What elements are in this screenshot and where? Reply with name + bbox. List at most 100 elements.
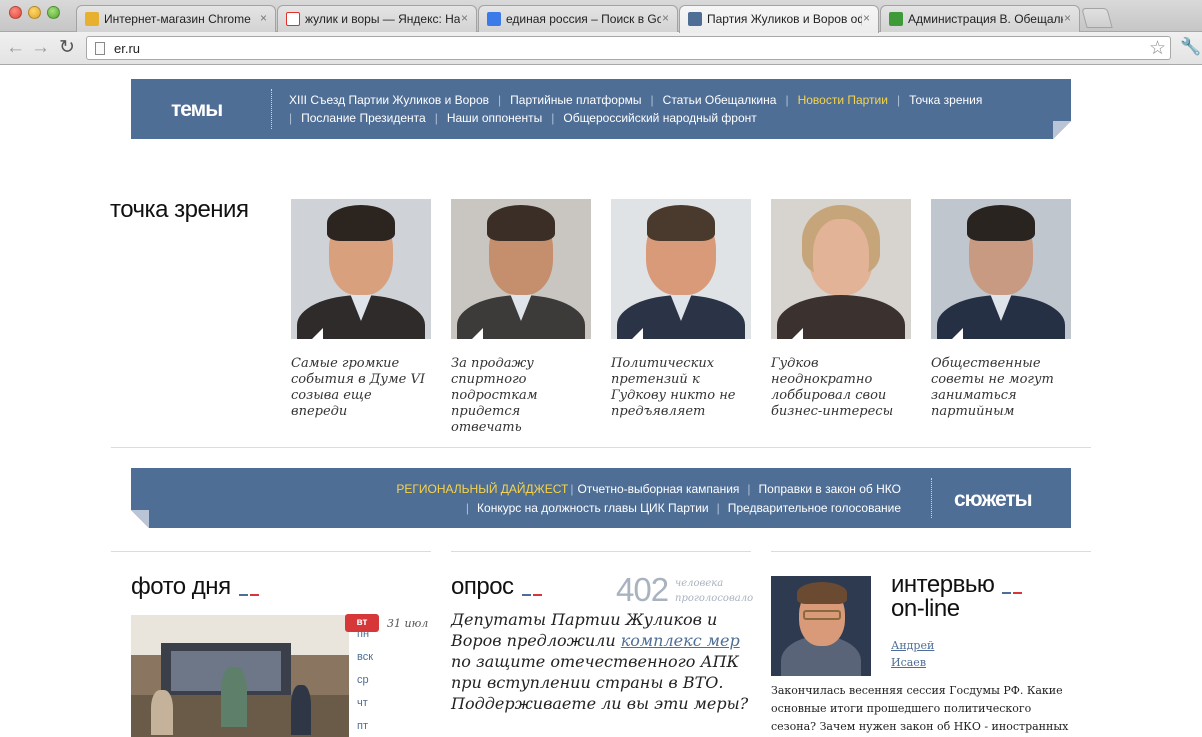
- poll-question: Депутаты Партии Жуликов и Воров предложи…: [451, 609, 751, 714]
- chrome-store-favicon-icon: [85, 12, 99, 26]
- separator: |: [570, 482, 574, 496]
- divider: [111, 447, 1091, 448]
- poll-title: опрос: [451, 573, 514, 600]
- tab-title: Администрация В. Обещалк: [908, 12, 1063, 26]
- topic-link-highlighted[interactable]: Новости Партии: [798, 93, 888, 107]
- story-link[interactable]: Отчетно-выборная кампания: [577, 482, 739, 496]
- interview-heading: интервью on-line: [891, 573, 1024, 622]
- separator: |: [289, 111, 293, 125]
- minimize-window-button[interactable]: [28, 6, 41, 19]
- separator: |: [465, 501, 470, 515]
- url-text[interactable]: er.ru: [114, 41, 140, 56]
- pov-card[interactable]: За продажу спиртного подросткам придется…: [451, 199, 591, 436]
- topics-bar: темы XIII Съезд Партии Жуликов и Воров | П…: [131, 79, 1071, 139]
- story-link[interactable]: Поправки в закон об НКО: [759, 482, 901, 496]
- close-tab-icon[interactable]: ×: [1064, 11, 1071, 25]
- pov-card[interactable]: Гудков неоднократно лоббировал свои бизн…: [771, 199, 911, 420]
- tab-title: Интернет-магазин Chrome: [104, 12, 251, 26]
- interview-photo[interactable]: [771, 576, 871, 676]
- separator: |: [747, 482, 751, 496]
- photo-day-title: фото дня: [131, 573, 231, 600]
- portrait-photo[interactable]: [291, 199, 431, 339]
- pov-caption[interactable]: За продажу спиртного подросткам придется…: [451, 356, 591, 436]
- close-tab-icon[interactable]: ×: [461, 11, 468, 25]
- story-link[interactable]: Конкурс на должность главы ЦИК Партии: [477, 501, 709, 515]
- flag-icon: [521, 577, 544, 601]
- close-window-button[interactable]: [9, 6, 22, 19]
- back-arrow-icon[interactable]: ←: [6, 38, 25, 58]
- topic-link[interactable]: Точка зрения: [909, 93, 982, 107]
- photo-day-heading: фото дня: [131, 575, 261, 601]
- interviewee-name: Андрей Исаев: [891, 637, 934, 671]
- photo-of-the-day[interactable]: [131, 615, 349, 737]
- browser-tab-active[interactable]: Партия Жуликов и Воров оф ×: [679, 5, 879, 33]
- topics-links: XIII Съезд Партии Жуликов и Воров | Партий…: [289, 91, 1049, 127]
- google-favicon-icon: [487, 12, 501, 26]
- topic-link[interactable]: Партийные платформы: [510, 93, 641, 107]
- portrait-photo[interactable]: [931, 199, 1071, 339]
- zoom-window-button[interactable]: [47, 6, 60, 19]
- poll-vote-label-line: человека: [675, 578, 724, 589]
- day-tab[interactable]: пт: [357, 715, 373, 737]
- topic-link[interactable]: Наши оппоненты: [447, 111, 542, 125]
- portrait-photo[interactable]: [771, 199, 911, 339]
- flag-icon: [238, 577, 261, 601]
- forward-arrow-icon[interactable]: →: [31, 38, 50, 58]
- poll-vote-label-line: проголосовало: [675, 593, 754, 604]
- divider: [771, 551, 1091, 552]
- browser-tab[interactable]: единая россия – Поиск в Go ×: [478, 5, 678, 32]
- pov-caption[interactable]: Политических претензий к Гудкову никто н…: [611, 356, 751, 420]
- separator: |: [551, 111, 555, 125]
- poll-heading: опрос: [451, 575, 544, 601]
- pov-card[interactable]: Общественные советы не могут заниматься …: [931, 199, 1071, 420]
- day-tab[interactable]: чт: [357, 692, 373, 715]
- pov-card[interactable]: Самые громкие события в Думе VI созыва е…: [291, 199, 431, 420]
- topic-link[interactable]: XIII Съезд Партии Жуликов и Воров: [289, 93, 489, 107]
- pov-caption[interactable]: Общественные советы не могут заниматься …: [931, 356, 1071, 420]
- pov-card[interactable]: Политических претензий к Гудкову никто н…: [611, 199, 751, 420]
- new-tab-button[interactable]: [1081, 8, 1113, 28]
- portrait-photo[interactable]: [451, 199, 591, 339]
- browser-tab[interactable]: Интернет-магазин Chrome ×: [76, 5, 276, 32]
- pov-caption[interactable]: Самые громкие события в Думе VI созыва е…: [291, 356, 431, 420]
- tab-title: жулик и воры — Яндекс: На: [305, 12, 460, 26]
- close-tab-icon[interactable]: ×: [662, 11, 669, 25]
- close-tab-icon[interactable]: ×: [863, 11, 870, 25]
- party-favicon-icon: [688, 12, 702, 26]
- divider: [931, 478, 932, 518]
- stories-logo[interactable]: сюжеты: [954, 488, 1033, 512]
- address-bar[interactable]: er.ru ☆: [86, 36, 1171, 60]
- bookmark-star-icon[interactable]: ☆: [1149, 37, 1166, 60]
- interview-title: on-line: [891, 595, 960, 622]
- reload-icon[interactable]: ↻: [59, 38, 75, 58]
- day-list: пн вск ср чт пт: [357, 623, 373, 737]
- page-icon: [95, 42, 105, 55]
- interviewee-last-name-link[interactable]: Исаев: [891, 654, 934, 671]
- page-corner-fold: [1053, 121, 1071, 139]
- browser-tab[interactable]: жулик и воры — Яндекс: На ×: [277, 5, 477, 32]
- day-tab[interactable]: вск: [357, 646, 373, 669]
- divider: [271, 89, 272, 129]
- web-page: темы XIII Съезд Партии Жуликов и Воров | П…: [0, 66, 1202, 737]
- browser-tab[interactable]: Администрация В. Обещалк ×: [880, 5, 1080, 32]
- yandex-favicon-icon: [286, 12, 300, 26]
- close-tab-icon[interactable]: ×: [260, 11, 267, 25]
- poll-vote-label: человека проголосовало: [675, 576, 753, 606]
- stories-bar: РЕГИОНАЛЬНЫЙ ДАЙДЖЕСТ | Отчетно-выборная к…: [131, 468, 1071, 528]
- flag-icon: [1002, 576, 1024, 598]
- topic-link[interactable]: Статьи Обещалкина: [663, 93, 777, 107]
- portrait-photo[interactable]: [611, 199, 751, 339]
- day-tab[interactable]: ср: [357, 669, 373, 692]
- topics-logo[interactable]: темы: [171, 98, 223, 122]
- interviewee-first-name-link[interactable]: Андрей: [891, 637, 934, 654]
- separator: |: [498, 93, 502, 107]
- pov-caption[interactable]: Гудков неоднократно лоббировал свои бизн…: [771, 356, 911, 420]
- topic-link[interactable]: Общероссийский народный фронт: [563, 111, 756, 125]
- measures-link[interactable]: комплекс мер: [621, 631, 740, 650]
- day-tab[interactable]: пн: [357, 623, 373, 646]
- regional-digest-link[interactable]: РЕГИОНАЛЬНЫЙ ДАЙДЖЕСТ: [396, 482, 568, 496]
- wrench-menu-icon[interactable]: 🔧: [1180, 37, 1201, 57]
- story-link[interactable]: Предварительное голосование: [728, 501, 901, 515]
- topic-link[interactable]: Послание Президента: [301, 111, 426, 125]
- chart-favicon-icon: [889, 12, 903, 26]
